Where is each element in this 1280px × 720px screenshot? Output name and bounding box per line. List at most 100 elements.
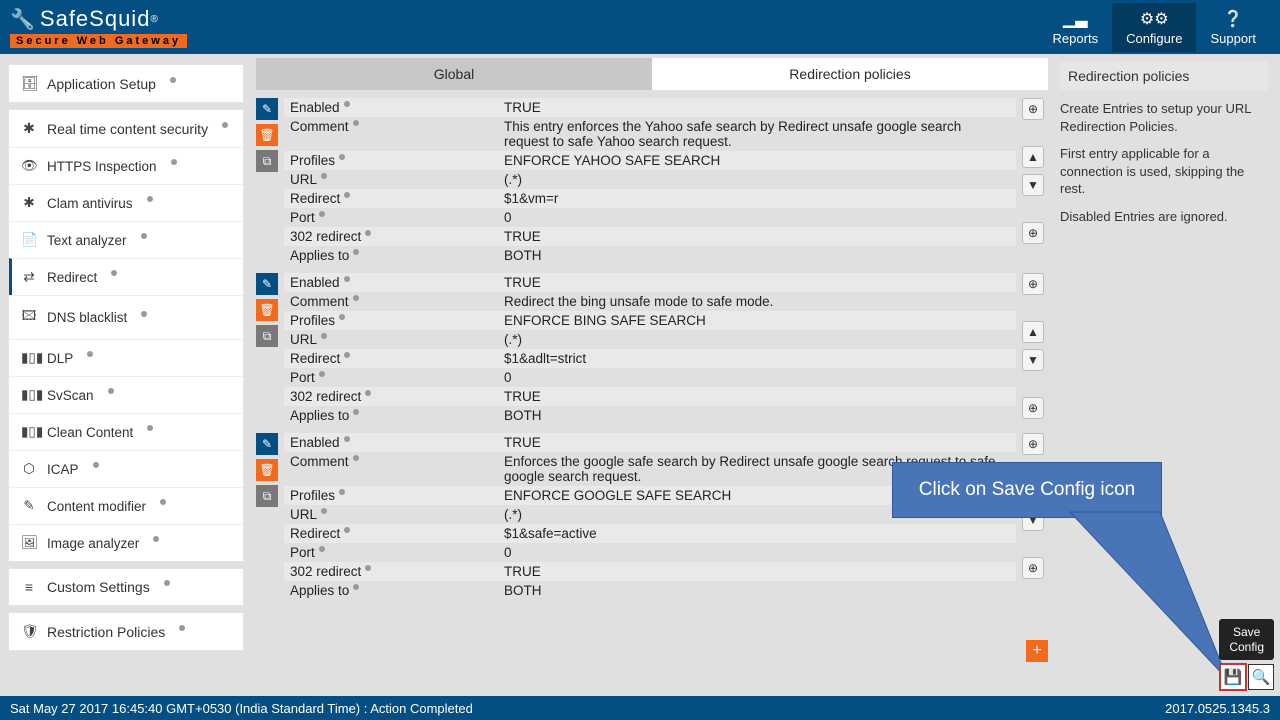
table-row: Redirect$1&safe=active xyxy=(284,524,1016,543)
wrench-icon: 🔧 xyxy=(10,7,36,32)
field-value: BOTH xyxy=(498,406,1016,425)
sidebar-item-image[interactable]: 🖼Image analyzer xyxy=(9,524,243,561)
footer-status: Sat May 27 2017 16:45:40 GMT+0530 (India… xyxy=(10,701,473,716)
briefcase-icon: 🗄 xyxy=(21,75,37,92)
field-label: Enabled xyxy=(284,433,498,452)
logo: 🔧SafeSquid® Secure Web Gateway xyxy=(10,6,187,48)
info-dot-icon xyxy=(319,546,325,552)
sidebar-rtcs[interactable]: ✱Real time content security xyxy=(9,110,243,147)
edit-button[interactable]: ✎ xyxy=(256,273,278,295)
move-up-button[interactable]: ▲ xyxy=(1022,321,1044,343)
table-row: URL(.*) xyxy=(284,170,1016,189)
file-icon: 📄 xyxy=(21,232,37,248)
sidebar-item-redirect[interactable]: ⇄Redirect xyxy=(9,258,243,295)
info-dot-icon xyxy=(222,122,228,128)
info-dot-icon xyxy=(344,436,350,442)
entry: ✎🗑⧉EnabledTRUECommentThis entry enforces… xyxy=(256,98,1048,265)
field-value: TRUE xyxy=(498,387,1016,406)
sidebar-item-dns[interactable]: 🖾DNS blacklist xyxy=(9,295,243,339)
info-dot-icon xyxy=(344,527,350,533)
info-dot-icon xyxy=(344,276,350,282)
asterisk-icon: ✱ xyxy=(21,120,37,137)
insert-button[interactable]: ⊕ xyxy=(1022,222,1044,244)
edit-button[interactable]: ✎ xyxy=(256,98,278,120)
field-label: Comment xyxy=(284,292,498,311)
field-label: Profiles xyxy=(284,151,498,170)
sidebar-item-https[interactable]: 👁HTTPS Inspection xyxy=(9,147,243,184)
insert-button[interactable]: ⊕ xyxy=(1022,397,1044,419)
save-tooltip: SaveConfig xyxy=(1219,619,1274,660)
gear-icon: ⬡ xyxy=(21,461,37,477)
sidebar-custom[interactable]: ≡Custom Settings xyxy=(9,569,243,605)
field-label: Enabled xyxy=(284,98,498,117)
sidebar-item-clean[interactable]: ▮▯▮Clean Content xyxy=(9,413,243,450)
footer: Sat May 27 2017 16:45:40 GMT+0530 (India… xyxy=(0,696,1280,720)
sidebar-item-clam[interactable]: ✱Clam antivirus xyxy=(9,184,243,221)
sidebar-item-icap[interactable]: ⬡ICAP xyxy=(9,450,243,487)
right-panel-text: First entry applicable for a connection … xyxy=(1060,145,1268,198)
insert-button[interactable]: ⊕ xyxy=(1022,433,1044,455)
field-label: Redirect xyxy=(284,349,498,368)
save-config-button[interactable]: 💾 xyxy=(1220,664,1246,690)
table-row: ProfilesENFORCE BING SAFE SEARCH xyxy=(284,311,1016,330)
nav-support[interactable]: ❔Support xyxy=(1196,3,1270,52)
table-row: CommentRedirect the bing unsafe mode to … xyxy=(284,292,1016,311)
info-dot-icon xyxy=(344,192,350,198)
info-dot-icon xyxy=(353,455,359,461)
info-dot-icon xyxy=(353,249,359,255)
field-value: $1&safe=active xyxy=(498,524,1016,543)
field-label: URL xyxy=(284,505,498,524)
move-down-button[interactable]: ▼ xyxy=(1022,349,1044,371)
tab-global[interactable]: Global xyxy=(256,58,652,90)
insert-button[interactable]: ⊕ xyxy=(1022,98,1044,120)
nav-reports[interactable]: ▁▃Reports xyxy=(1039,3,1113,52)
sidebar-item-svscan[interactable]: ▮▯▮SvScan xyxy=(9,376,243,413)
asterisk-icon: ✱ xyxy=(21,195,37,211)
topbar: 🔧SafeSquid® Secure Web Gateway ▁▃Reports… xyxy=(0,0,1280,54)
nav-configure[interactable]: ⚙⚙Configure xyxy=(1112,3,1196,52)
field-value: TRUE xyxy=(498,227,1016,246)
clone-button[interactable]: ⧉ xyxy=(256,150,278,172)
info-dot-icon xyxy=(353,120,359,126)
move-down-button[interactable]: ▼ xyxy=(1022,174,1044,196)
field-value: TRUE xyxy=(498,98,1016,117)
field-label: URL xyxy=(284,170,498,189)
sidebar-item-dlp[interactable]: ▮▯▮DLP xyxy=(9,339,243,376)
insert-button[interactable]: ⊕ xyxy=(1022,273,1044,295)
move-up-button[interactable]: ▲ xyxy=(1022,146,1044,168)
field-value: $1&adlt=strict xyxy=(498,349,1016,368)
info-dot-icon xyxy=(365,230,371,236)
right-panel-title: Redirection policies xyxy=(1060,62,1268,90)
right-panel-text: Disabled Entries are ignored. xyxy=(1060,208,1268,226)
search-config-button[interactable]: 🔍 xyxy=(1248,664,1274,690)
field-value: 0 xyxy=(498,208,1016,227)
cogs-icon: ⚙⚙ xyxy=(1126,9,1182,29)
field-label: Port xyxy=(284,368,498,387)
info-dot-icon xyxy=(319,211,325,217)
sidebar-app-setup[interactable]: 🗄Application Setup xyxy=(9,65,243,102)
delete-button[interactable]: 🗑 xyxy=(256,299,278,321)
sidebar-item-text[interactable]: 📄Text analyzer xyxy=(9,221,243,258)
clone-button[interactable]: ⧉ xyxy=(256,325,278,347)
info-dot-icon xyxy=(353,409,359,415)
info-dot-icon xyxy=(339,154,345,160)
sidebar-restriction[interactable]: 🛡Restriction Policies xyxy=(9,613,243,650)
info-dot-icon xyxy=(365,565,371,571)
info-dot-icon xyxy=(344,101,350,107)
info-dot-icon xyxy=(319,371,325,377)
right-panel-text: Create Entries to setup your URL Redirec… xyxy=(1060,100,1268,135)
table-row: Port0 xyxy=(284,543,1016,562)
help-icon: ❔ xyxy=(1210,9,1256,29)
tab-redirection[interactable]: Redirection policies xyxy=(652,58,1048,90)
field-value: $1&vm=r xyxy=(498,189,1016,208)
field-value: ENFORCE BING SAFE SEARCH xyxy=(498,311,1016,330)
delete-button[interactable]: 🗑 xyxy=(256,459,278,481)
edit-button[interactable]: ✎ xyxy=(256,433,278,455)
sidebar-item-contentmod[interactable]: ✎Content modifier xyxy=(9,487,243,524)
edit-icon: ✎ xyxy=(21,498,37,514)
clone-button[interactable]: ⧉ xyxy=(256,485,278,507)
info-dot-icon xyxy=(339,314,345,320)
delete-button[interactable]: 🗑 xyxy=(256,124,278,146)
table-row: CommentThis entry enforces the Yahoo saf… xyxy=(284,117,1016,151)
field-value: Redirect the bing unsafe mode to safe mo… xyxy=(498,292,1016,311)
